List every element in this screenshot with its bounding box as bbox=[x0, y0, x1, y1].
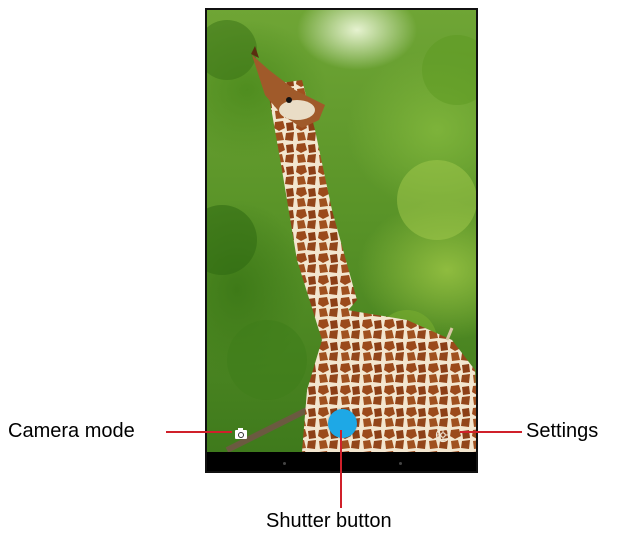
camera-mode-callout: Camera mode bbox=[8, 420, 135, 442]
camera-mode-icon[interactable] bbox=[235, 428, 247, 439]
nav-dot-right[interactable] bbox=[399, 462, 402, 465]
giraffe-photo bbox=[207, 20, 476, 452]
shutter-button[interactable] bbox=[328, 409, 357, 438]
camera-mode-leader-line bbox=[166, 431, 232, 433]
settings-callout: Settings bbox=[526, 420, 599, 442]
camera-viewfinder bbox=[207, 10, 476, 452]
nav-dot-left[interactable] bbox=[283, 462, 286, 465]
shutter-button-callout: Shutter button bbox=[266, 510, 392, 532]
settings-icon[interactable] bbox=[435, 427, 451, 443]
phone-screen bbox=[205, 8, 478, 473]
settings-leader-line bbox=[460, 431, 522, 433]
shutter-leader-line bbox=[340, 430, 342, 508]
